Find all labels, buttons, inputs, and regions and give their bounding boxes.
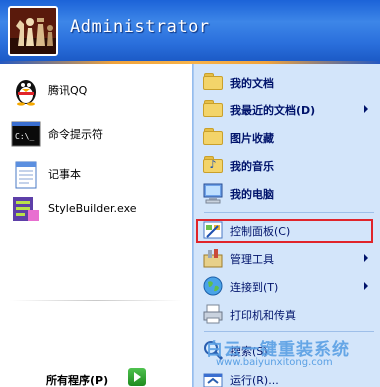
menu-item-connect-to[interactable]: 连接到(T) xyxy=(198,273,378,299)
highlight-annotation-box xyxy=(196,219,373,243)
menu-separator xyxy=(204,212,374,213)
my-music-folder-icon: ♪ xyxy=(202,154,224,176)
menu-item-label: 我最近的文档(D) xyxy=(230,104,316,117)
command-prompt-icon: C:\_ xyxy=(10,118,42,150)
program-item-qq[interactable]: 腾讯QQ xyxy=(6,70,190,110)
notepad-icon xyxy=(10,158,42,190)
user-name: Administrator xyxy=(70,17,210,37)
menu-item-label: 我的音乐 xyxy=(230,160,274,173)
menu-item-recent-documents[interactable]: 我最近的文档(D) xyxy=(198,96,378,122)
all-programs-button[interactable]: 所有程序(P) xyxy=(46,372,108,387)
submenu-arrow-icon xyxy=(364,282,368,290)
menu-item-my-music[interactable]: ♪ 我的音乐 xyxy=(198,152,378,178)
menu-item-label: 管理工具 xyxy=(230,253,274,266)
menu-item-my-pictures[interactable]: 图片收藏 xyxy=(198,124,378,150)
program-item-command-prompt[interactable]: C:\_ 命令提示符 xyxy=(6,114,190,154)
menu-separator xyxy=(204,331,374,332)
start-menu-header: Administrator xyxy=(0,0,380,62)
menu-item-printers-faxes[interactable]: 打印机和传真 xyxy=(198,301,378,327)
watermark-url: www.baiyunxitong.com xyxy=(216,357,333,368)
submenu-arrow-icon xyxy=(364,105,368,113)
program-label: 记事本 xyxy=(48,168,81,181)
admin-tools-icon xyxy=(202,247,224,269)
program-item-notepad[interactable]: 记事本 xyxy=(6,154,190,194)
user-avatar[interactable] xyxy=(8,6,58,56)
menu-item-my-documents[interactable]: 我的文档 xyxy=(198,69,378,95)
qq-penguin-icon xyxy=(10,74,42,106)
menu-item-admin-tools[interactable]: 管理工具 xyxy=(198,245,378,271)
program-label: 腾讯QQ xyxy=(48,84,88,97)
menu-item-label: 打印机和传真 xyxy=(230,309,296,322)
green-arrow-icon[interactable] xyxy=(128,368,146,386)
start-menu: Administrator 腾讯QQ C:\_ 命令提示符 记事本 StyleB… xyxy=(0,0,380,387)
menu-item-label: 我的电脑 xyxy=(230,188,274,201)
stylebuilder-icon xyxy=(10,194,42,226)
my-documents-folder-icon xyxy=(202,71,224,93)
program-label: 命令提示符 xyxy=(48,128,103,141)
menu-item-label: 运行(R)... xyxy=(230,374,279,387)
pinned-programs-pane: 腾讯QQ C:\_ 命令提示符 记事本 StyleBuilder.exe xyxy=(0,64,193,387)
all-programs-separator xyxy=(10,300,182,301)
menu-item-label: 我的文档 xyxy=(230,77,274,90)
run-icon xyxy=(202,368,224,387)
menu-item-my-computer[interactable]: 我的电脑 xyxy=(198,180,378,206)
recent-documents-folder-icon xyxy=(202,98,224,120)
menu-item-label: 连接到(T) xyxy=(230,281,279,294)
submenu-arrow-icon xyxy=(364,254,368,262)
svg-text:C:\_: C:\_ xyxy=(15,132,34,141)
menu-item-run[interactable]: 运行(R)... xyxy=(198,366,378,387)
connect-to-globe-icon xyxy=(202,275,224,297)
printer-icon xyxy=(202,303,224,325)
program-item-stylebuilder[interactable]: StyleBuilder.exe xyxy=(6,190,190,230)
my-pictures-folder-icon xyxy=(202,126,224,148)
menu-item-label: 图片收藏 xyxy=(230,132,274,145)
program-label: StyleBuilder.exe xyxy=(48,202,137,215)
my-computer-icon xyxy=(202,182,224,204)
